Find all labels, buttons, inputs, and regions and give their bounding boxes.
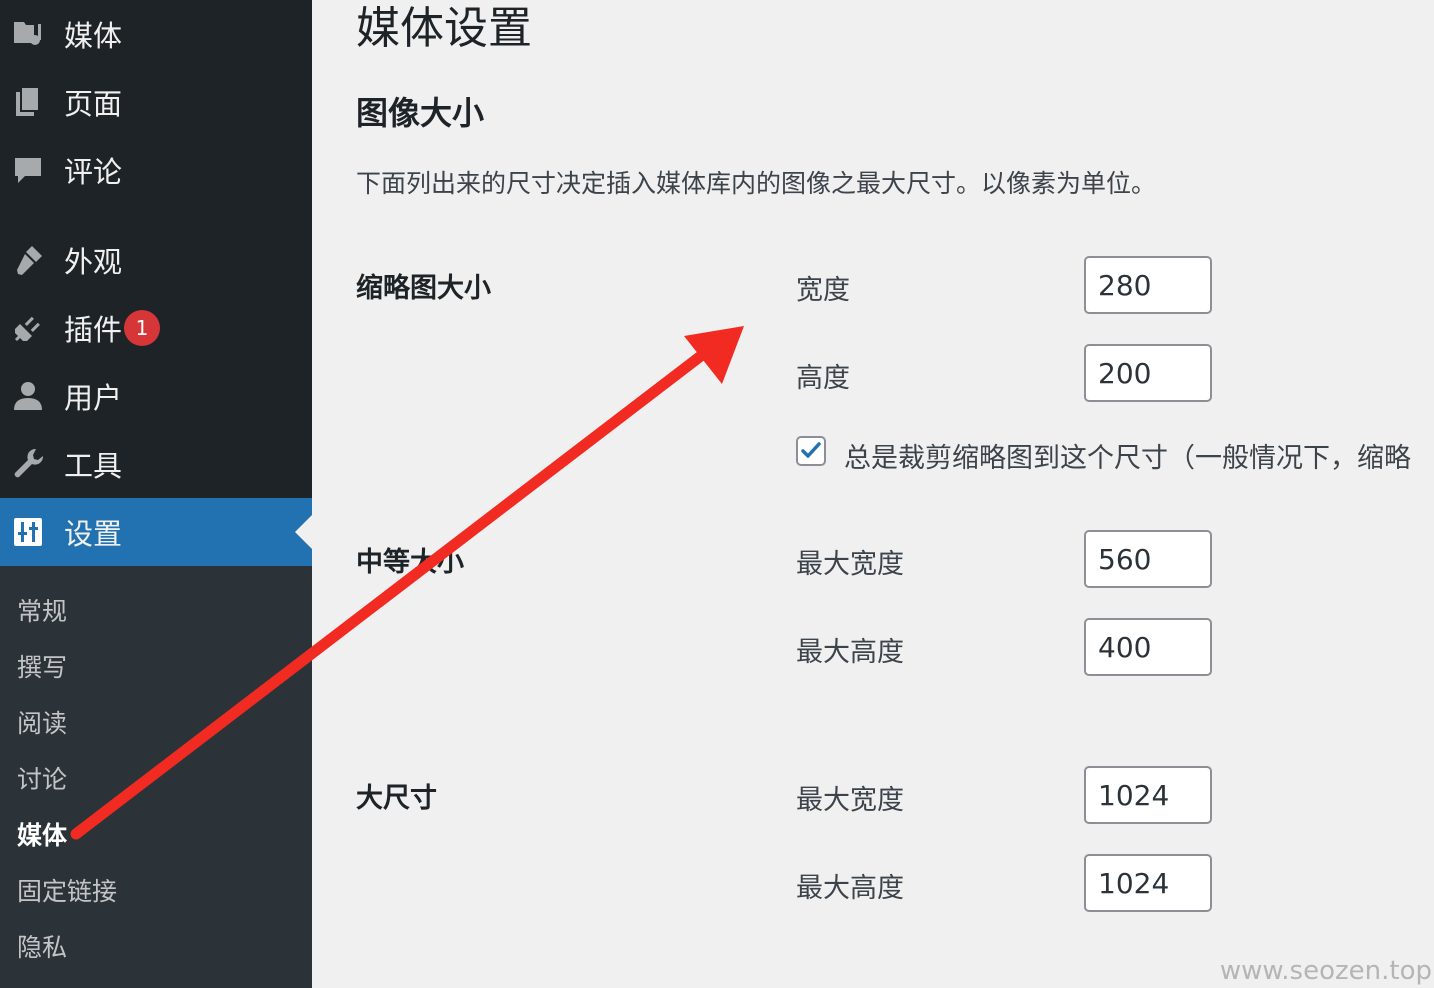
large-height-input[interactable] <box>1084 854 1212 912</box>
sidebar-item-settings[interactable]: 设置 <box>0 498 312 566</box>
sidebar-item-label: 设置 <box>64 517 123 551</box>
sidebar-item-label: 用户 <box>64 381 123 415</box>
thumbnail-width-input[interactable] <box>1084 256 1212 314</box>
settings-submenu: 常规 撰写 阅读 讨论 媒体 固定链接 隐私 <box>0 566 312 988</box>
crop-thumbnail-label: 总是裁剪缩略图到这个尺寸（一般情况下，缩略 <box>844 443 1411 474</box>
sidebar-item-comments[interactable]: 评论 <box>0 136 312 204</box>
crop-thumbnail-option: 总是裁剪缩略图到这个尺寸（一般情况下，缩略 <box>796 434 1434 474</box>
thumbnail-size-heading: 缩略图大小 <box>356 273 491 304</box>
thumbnail-width-label: 宽度 <box>796 275 850 306</box>
medium-width-label: 最大宽度 <box>796 549 904 580</box>
pages-icon <box>16 86 40 116</box>
settings-icon <box>14 518 42 546</box>
watermark: www.seozen.top <box>1219 956 1432 986</box>
medium-height-label: 最大高度 <box>796 637 904 668</box>
sidebar-item-label: 外观 <box>64 245 123 279</box>
comments-icon <box>15 158 41 183</box>
sidebar-item-label: 媒体 <box>64 19 123 53</box>
submenu-item-discussion[interactable]: 讨论 <box>17 760 67 796</box>
submenu-item-writing[interactable]: 撰写 <box>17 648 67 684</box>
sidebar-item-label: 插件 <box>64 313 123 347</box>
page-title: 媒体设置 <box>356 3 532 54</box>
admin-sidebar: 媒体 页面 评论 外观 插件 1 用户 工具 设置 常规 撰写 阅读 讨论 媒体… <box>0 0 312 988</box>
large-height-label: 最大高度 <box>796 873 904 904</box>
section-title: 图像大小 <box>356 94 485 132</box>
medium-height-input[interactable] <box>1084 618 1212 676</box>
appearance-icon <box>17 246 42 275</box>
submenu-item-media[interactable]: 媒体 <box>17 816 67 852</box>
large-width-label: 最大宽度 <box>796 785 904 816</box>
sidebar-item-pages[interactable]: 页面 <box>0 68 312 136</box>
sidebar-item-label: 工具 <box>64 449 123 483</box>
thumbnail-height-label: 高度 <box>796 363 850 394</box>
plugins-icon <box>14 316 40 342</box>
sidebar-item-label: 页面 <box>64 87 123 121</box>
crop-thumbnail-checkbox[interactable] <box>796 436 826 466</box>
sidebar-item-plugins[interactable]: 插件 1 <box>0 294 312 362</box>
sidebar-item-media[interactable]: 媒体 <box>0 0 312 68</box>
sidebar-item-label: 评论 <box>64 155 123 189</box>
tools-icon <box>14 448 44 478</box>
sidebar-item-users[interactable]: 用户 <box>0 362 312 430</box>
settings-content: 媒体设置 图像大小 下面列出来的尺寸决定插入媒体库内的图像之最大尺寸。以像素为单… <box>312 0 1434 988</box>
sidebar-item-appearance[interactable]: 外观 <box>0 226 312 294</box>
large-width-input[interactable] <box>1084 766 1212 824</box>
submenu-item-general[interactable]: 常规 <box>17 592 67 628</box>
medium-size-heading: 中等大小 <box>356 547 464 578</box>
submenu-item-privacy[interactable]: 隐私 <box>17 928 67 964</box>
media-icon <box>14 22 41 45</box>
current-menu-indicator <box>295 515 312 549</box>
submenu-item-permalinks[interactable]: 固定链接 <box>17 872 117 908</box>
checkmark-icon <box>801 442 821 458</box>
users-icon <box>14 382 42 410</box>
sidebar-item-tools[interactable]: 工具 <box>0 430 312 498</box>
large-size-heading: 大尺寸 <box>356 783 437 814</box>
submenu-item-reading[interactable]: 阅读 <box>17 704 67 740</box>
thumbnail-height-input[interactable] <box>1084 344 1212 402</box>
medium-width-input[interactable] <box>1084 530 1212 588</box>
section-description: 下面列出来的尺寸决定插入媒体库内的图像之最大尺寸。以像素为单位。 <box>356 169 1157 198</box>
update-count-badge: 1 <box>124 310 160 346</box>
